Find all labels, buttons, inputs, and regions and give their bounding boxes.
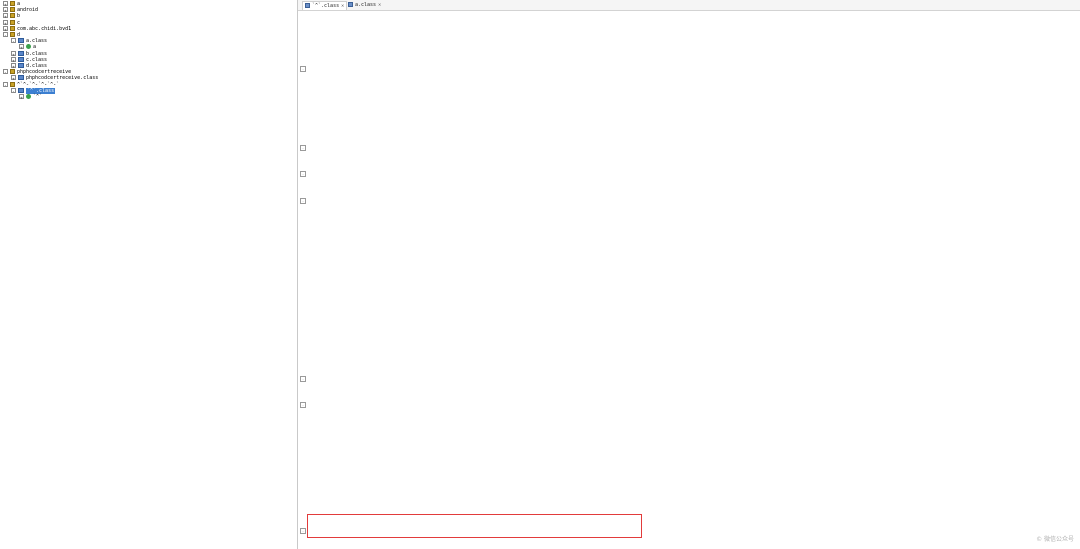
tree-item-label: a.class [26,38,48,45]
class-file-icon [305,3,310,8]
tree-item-label: c [17,19,21,26]
editor-tab-bar: `^`.class ✕ a.class ✕ [298,0,1080,11]
fold-icon[interactable]: - [300,197,306,204]
fold-icon[interactable]: - [300,171,306,178]
tree-item-label: com.abc.chidi.bvd1 [17,25,72,32]
expand-icon[interactable]: + [3,1,8,7]
expand-icon[interactable]: + [11,75,16,81]
fold-icon[interactable]: - [300,65,306,72]
class-icon [26,94,31,99]
tab-a-class[interactable]: a.class ✕ [346,1,383,9]
package-explorer: + a + android + b + c + com.abc.chidi.bvd1- d - a.cl… [0,0,298,549]
collapse-icon[interactable]: - [3,69,8,75]
expand-icon[interactable]: + [11,50,16,57]
close-icon[interactable]: ✕ [341,3,344,9]
tree-item-label: a [33,44,37,51]
expand-icon[interactable]: + [3,13,8,19]
package-icon [10,32,15,37]
highlight-box [307,514,642,538]
tab-label: `^`.class [312,3,340,9]
tree-item-label: android [17,7,39,14]
class-file-icon [348,2,353,7]
tree-item-label: a [17,1,21,7]
package-icon [10,19,15,25]
tree-item-label: b [17,13,21,20]
fold-icon[interactable]: - [300,402,306,409]
package-icon [10,7,15,13]
fold-icon[interactable]: - [300,376,306,382]
tree-item-label: d [17,32,21,38]
fold-icon[interactable]: - [300,527,306,534]
collapse-icon[interactable]: - [11,87,16,94]
expand-icon[interactable]: + [3,7,8,13]
package-icon [10,13,15,19]
fold-icon[interactable]: - [300,145,306,151]
collapse-icon[interactable]: - [11,38,16,44]
class-icon [26,44,31,50]
package-icon [10,25,15,31]
package-icon [10,1,15,6]
close-icon[interactable]: ✕ [378,2,381,8]
watermark: © 微信公众号 [1036,536,1074,543]
expand-icon[interactable]: + [11,56,16,63]
package-icon [10,81,15,87]
editor-area: `^`.class ✕ a.class ✕ ------- [298,0,1080,549]
tree-item-label: `^`.class [26,87,56,94]
tree-item-label: c.class [26,56,48,63]
tree-item-label: ^`^-`^-`^-`^-` [17,81,60,88]
tab-label: a.class [355,2,377,8]
expand-icon[interactable]: + [19,44,24,50]
expand-icon[interactable]: + [3,25,8,32]
collapse-icon[interactable]: - [3,32,8,38]
class-file-icon [18,87,24,93]
tree-item-label: d.class [26,63,48,69]
class-file-icon [18,63,24,68]
class-file-icon [18,50,24,56]
expand-icon[interactable]: + [11,63,16,69]
class-file-icon [18,75,24,81]
expand-icon[interactable]: + [19,94,24,100]
class-file-icon [18,56,24,62]
tree-item-label: phphcodcertreceive [17,69,72,76]
collapse-icon[interactable]: - [3,81,8,88]
tree-item-label: b.class [26,50,48,57]
tab-active-class[interactable]: `^`.class ✕ [302,1,348,10]
tree-item[interactable]: + `^` [19,94,42,101]
code-editor[interactable]: - - - - - - - [298,11,1080,549]
class-file-icon [18,38,24,44]
tree-item-label: phphcodcertreceive.class [26,75,99,82]
tree-item-label: `^` [33,94,43,100]
expand-icon[interactable]: + [3,19,8,26]
package-icon [10,69,15,75]
